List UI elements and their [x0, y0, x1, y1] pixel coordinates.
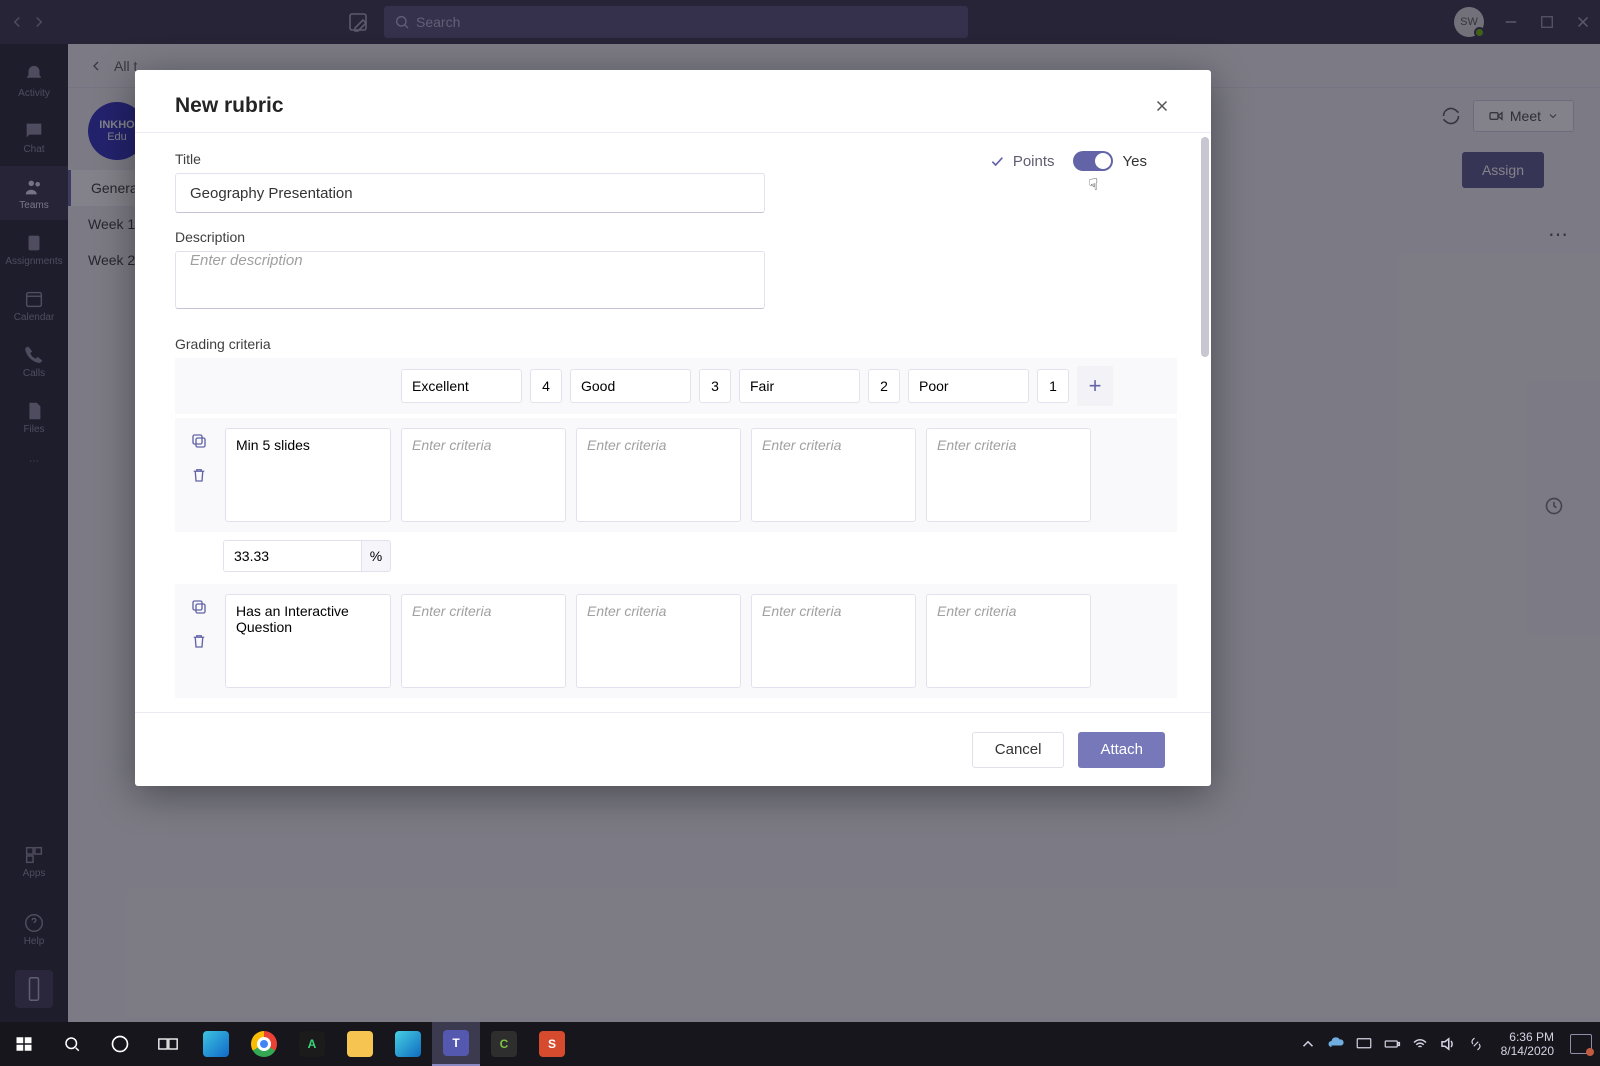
- criterion-row: Has an Interactive Question: [175, 584, 1177, 698]
- camtasia-icon: C: [491, 1031, 517, 1057]
- description-input[interactable]: [175, 251, 765, 309]
- level-points-input[interactable]: [530, 369, 562, 403]
- cortana-button[interactable]: [96, 1022, 144, 1066]
- criterion-cell[interactable]: [751, 594, 916, 688]
- snagit-icon: S: [539, 1031, 565, 1057]
- taskbar-snagit[interactable]: S: [528, 1022, 576, 1066]
- clock-date: 8/14/2020: [1501, 1044, 1554, 1058]
- taskbar-app-a[interactable]: A: [288, 1022, 336, 1066]
- points-toggle[interactable]: [1073, 151, 1113, 171]
- chrome-icon: [251, 1031, 277, 1057]
- edge-icon: [203, 1031, 229, 1057]
- points-label: Points: [989, 153, 1055, 170]
- levels-row: +: [175, 358, 1177, 414]
- taskbar-edge[interactable]: [192, 1022, 240, 1066]
- criterion-cell[interactable]: [576, 594, 741, 688]
- grading-label: Grading criteria: [175, 336, 1177, 352]
- level-points-input[interactable]: [868, 369, 900, 403]
- modal-overlay: New rubric Points Yes ☟ Title: [0, 0, 1600, 1066]
- taskview-icon: [158, 1036, 178, 1052]
- taskbar-teams[interactable]: T: [432, 1022, 480, 1066]
- trash-icon[interactable]: [190, 632, 208, 650]
- search-icon: [63, 1035, 81, 1053]
- add-level-button[interactable]: +: [1077, 366, 1113, 406]
- chevron-up-icon[interactable]: [1299, 1035, 1317, 1053]
- wifi-icon[interactable]: [1411, 1035, 1429, 1053]
- onedrive-icon[interactable]: [1327, 1035, 1345, 1053]
- clock-time: 6:36 PM: [1509, 1030, 1554, 1044]
- criterion-name-input[interactable]: Has an Interactive Question: [225, 594, 391, 688]
- criterion-row: Min 5 slides: [175, 418, 1177, 532]
- folder-icon: [347, 1031, 373, 1057]
- clock[interactable]: 6:36 PM 8/14/2020: [1495, 1030, 1560, 1059]
- criterion-cell[interactable]: [751, 428, 916, 522]
- taskbar-edge2[interactable]: [384, 1022, 432, 1066]
- level-name-input[interactable]: [739, 369, 860, 403]
- trash-icon[interactable]: [190, 466, 208, 484]
- title-input[interactable]: [175, 173, 765, 213]
- check-icon: [989, 153, 1005, 169]
- battery-icon[interactable]: [1383, 1035, 1401, 1053]
- search-button[interactable]: [48, 1022, 96, 1066]
- scroll-thumb[interactable]: [1201, 137, 1209, 357]
- level-points-input[interactable]: [1037, 369, 1069, 403]
- edge-icon: [395, 1031, 421, 1057]
- description-label: Description: [175, 229, 1177, 245]
- start-button[interactable]: [0, 1022, 48, 1066]
- rubric-dialog: New rubric Points Yes ☟ Title: [135, 70, 1211, 786]
- weight-unit: %: [361, 540, 391, 572]
- app-a-icon: A: [299, 1031, 325, 1057]
- weight-row: %: [223, 540, 1177, 572]
- cursor-hand-icon: ☟: [1089, 175, 1099, 195]
- taskbar-camtasia[interactable]: C: [480, 1022, 528, 1066]
- copy-icon[interactable]: [190, 598, 208, 616]
- taskbar-explorer[interactable]: [336, 1022, 384, 1066]
- windows-icon: [15, 1035, 33, 1053]
- action-center-icon[interactable]: [1570, 1034, 1592, 1054]
- criterion-cell[interactable]: [401, 594, 566, 688]
- teams-app-icon: T: [443, 1030, 469, 1056]
- level-points-input[interactable]: [699, 369, 731, 403]
- dialog-title: New rubric: [175, 94, 284, 118]
- criterion-name-input[interactable]: Min 5 slides: [225, 428, 391, 522]
- copy-icon[interactable]: [190, 432, 208, 450]
- criterion-cell[interactable]: [576, 428, 741, 522]
- link-icon[interactable]: [1467, 1035, 1485, 1053]
- cancel-button[interactable]: Cancel: [972, 732, 1065, 768]
- attach-button[interactable]: Attach: [1078, 732, 1165, 768]
- display-icon[interactable]: [1355, 1035, 1373, 1053]
- circle-icon: [110, 1034, 130, 1054]
- taskview-button[interactable]: [144, 1022, 192, 1066]
- criterion-cell[interactable]: [401, 428, 566, 522]
- toggle-knob: [1095, 153, 1111, 169]
- app-root: Search SW Activity Chat Teams Assignment…: [0, 0, 1600, 1066]
- scrollbar[interactable]: [1195, 133, 1211, 633]
- criterion-cell[interactable]: [926, 428, 1091, 522]
- taskbar-chrome[interactable]: [240, 1022, 288, 1066]
- volume-icon[interactable]: [1439, 1035, 1457, 1053]
- weight-input[interactable]: [223, 540, 361, 572]
- criterion-cell[interactable]: [926, 594, 1091, 688]
- taskbar: A T C S 6:36 PM 8/14/2020: [0, 1022, 1600, 1066]
- level-name-input[interactable]: [570, 369, 691, 403]
- level-name-input[interactable]: [401, 369, 522, 403]
- level-name-input[interactable]: [908, 369, 1029, 403]
- close-icon[interactable]: [1153, 97, 1171, 115]
- toggle-value: Yes: [1123, 153, 1147, 170]
